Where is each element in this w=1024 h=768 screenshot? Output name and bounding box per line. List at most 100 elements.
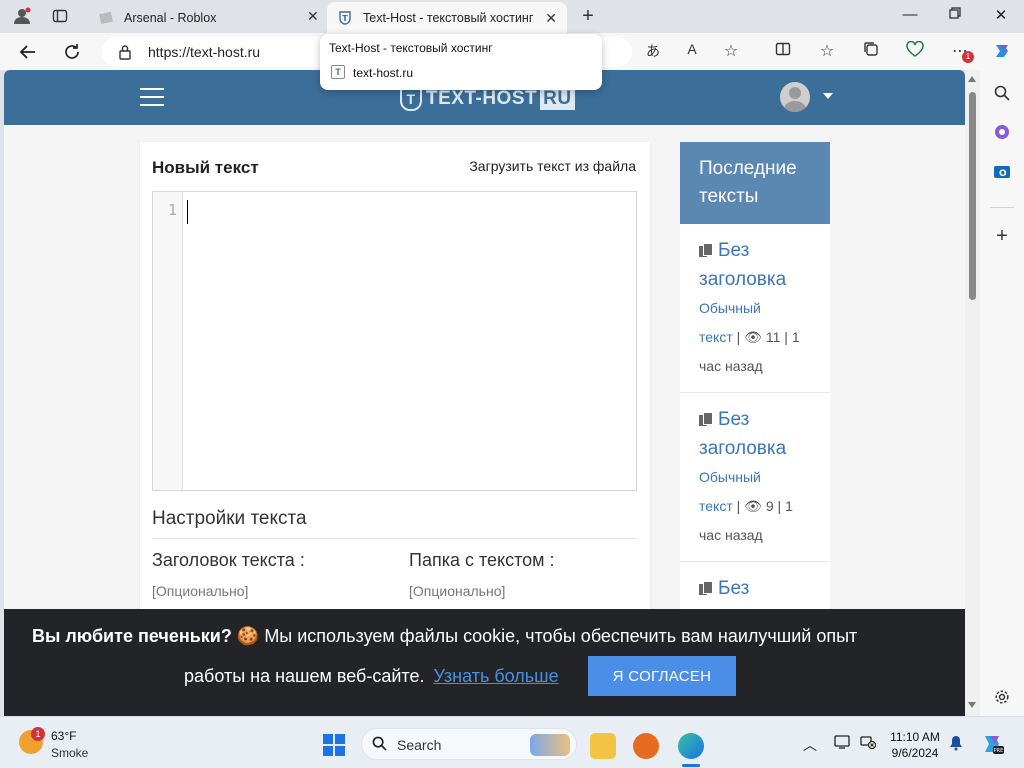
item-title[interactable]: Без: [718, 240, 749, 261]
hamburger-menu-icon[interactable]: [140, 88, 164, 106]
windows-start-icon[interactable]: [323, 734, 345, 756]
line-number: 1: [167, 201, 177, 219]
scrollbar-thumb[interactable]: [969, 92, 976, 300]
chevron-down-icon[interactable]: [823, 93, 833, 99]
tab-title: Arsenal - Roblox: [124, 10, 217, 25]
restore-icon[interactable]: [940, 6, 970, 23]
translate-icon[interactable]: あ: [641, 41, 665, 61]
profile-icon[interactable]: [12, 6, 32, 26]
search-icon[interactable]: [992, 83, 1012, 103]
learn-more-link[interactable]: Узнать больше: [433, 666, 558, 686]
item-time: 1: [791, 329, 800, 345]
folder-field-label: Папка с текстом :: [409, 550, 555, 570]
item-title[interactable]: Без: [718, 409, 749, 430]
add-icon[interactable]: +: [992, 225, 1012, 247]
edge-icon[interactable]: [678, 733, 704, 759]
item-title[interactable]: Без: [718, 578, 749, 599]
folder-field-hint: [Опционально]: [409, 583, 506, 599]
refresh-icon[interactable]: [60, 40, 84, 64]
cookie-banner: Вы любите печеньки? 🍪 Мы используем файл…: [4, 609, 965, 716]
copilot-taskbar-icon[interactable]: PRE: [980, 733, 1004, 758]
bell-icon[interactable]: [949, 735, 963, 754]
cookie-text-line1: Вы любите печеньки? 🍪 Мы используем файл…: [32, 626, 857, 647]
favorites-icon[interactable]: ☆: [815, 41, 839, 61]
close-tab-icon[interactable]: ✕: [307, 8, 319, 25]
cookie-text: Мы используем файлы cookie, чтобы обеспе…: [264, 626, 858, 646]
weather-badge: 1: [31, 727, 45, 741]
svg-text:PRE: PRE: [994, 748, 1004, 754]
search-icon: [372, 736, 387, 755]
title-field-hint: [Опционально]: [152, 583, 249, 599]
recent-texts-header: Последние тексты: [680, 142, 830, 224]
agree-button[interactable]: Я СОГЛАСЕН: [588, 656, 736, 696]
eye-icon: 👁: [744, 329, 762, 345]
split-screen-icon[interactable]: [771, 41, 795, 62]
logo-suffix: RU: [540, 88, 575, 110]
list-item[interactable]: Без заголовка Обычный текст | 👁 11 | 1 ч…: [680, 236, 830, 381]
list-item[interactable]: Без заголовка Обычный текст | 👁 9 | 1 ча…: [680, 405, 830, 550]
list-item[interactable]: Без: [680, 574, 830, 603]
item-time-cont: час назад: [699, 527, 763, 543]
item-category-cont[interactable]: текст: [699, 329, 733, 345]
gear-icon[interactable]: [992, 687, 1012, 707]
collections-icon[interactable]: [859, 41, 883, 62]
lock-icon[interactable]: [118, 44, 132, 60]
screen: Arsenal - Roblox T Text-Host - текстовый…: [0, 0, 1024, 768]
browser-titlebar: Arsenal - Roblox T Text-Host - текстовый…: [0, 0, 1024, 33]
edge-sidebar: O +: [980, 70, 1024, 716]
card-title: Новый текст: [152, 158, 259, 177]
close-tab-icon[interactable]: ✕: [545, 10, 557, 27]
item-category[interactable]: Обычный: [699, 469, 761, 485]
url-text[interactable]: https://text-host.ru: [148, 44, 260, 60]
back-icon[interactable]: [16, 40, 40, 64]
scroll-down-icon[interactable]: [968, 702, 976, 708]
copilot-icon[interactable]: [990, 41, 1014, 66]
network-off-icon[interactable]: [860, 735, 877, 752]
document-icon: [699, 581, 713, 595]
upload-from-file-link[interactable]: Загрузить текст из файла: [469, 158, 636, 174]
tab-arsenal-roblox[interactable]: Arsenal - Roblox: [88, 2, 324, 33]
document-icon: [699, 412, 713, 426]
text-editor[interactable]: 1: [152, 191, 637, 491]
tooltip-title: Text-Host - текстовый хостинг: [329, 41, 493, 55]
item-category-cont[interactable]: текст: [699, 498, 733, 514]
tab-text-host[interactable]: T Text-Host - текстовый хостинг ✕: [327, 2, 567, 33]
clock-time: 11:10 AM: [890, 730, 940, 744]
outlook-icon[interactable]: O: [992, 162, 1012, 182]
new-tab-icon[interactable]: +: [578, 5, 598, 27]
text-cursor: [187, 200, 188, 224]
item-title-cont[interactable]: заголовка: [699, 265, 811, 294]
taskbar-search[interactable]: Search: [361, 728, 577, 760]
firefox-icon[interactable]: [633, 733, 659, 759]
tooltip-host: text-host.ru: [353, 66, 414, 80]
browser-essentials-icon[interactable]: [903, 40, 927, 62]
roblox-favicon-icon: [98, 10, 114, 26]
item-title-cont[interactable]: заголовка: [699, 434, 811, 463]
scroll-up-icon[interactable]: [968, 76, 976, 82]
divider: [680, 392, 830, 393]
clock[interactable]: 11:10 AM 9/6/2024: [884, 729, 946, 761]
chevron-up-icon[interactable]: ︿: [803, 735, 817, 755]
tab-actions-icon[interactable]: [50, 6, 70, 26]
favorite-star-icon[interactable]: ☆: [719, 41, 743, 61]
page-scrollbar[interactable]: [965, 70, 980, 716]
settings-title: Настройки текста: [152, 508, 307, 529]
close-window-icon[interactable]: ✕: [986, 6, 1016, 24]
file-explorer-icon[interactable]: [590, 733, 616, 759]
divider: [680, 561, 830, 562]
temperature[interactable]: 63°F: [51, 729, 76, 743]
user-avatar[interactable]: [780, 82, 810, 112]
search-label: Search: [397, 737, 442, 753]
minimize-icon[interactable]: —: [895, 6, 925, 23]
copilot-sidebar-icon[interactable]: [992, 122, 1012, 142]
read-aloud-icon[interactable]: A: [680, 41, 704, 57]
tab-title: Text-Host - текстовый хостинг: [363, 10, 534, 25]
svg-text:T: T: [342, 14, 348, 23]
svg-text:O: O: [999, 169, 1007, 179]
clock-date: 9/6/2024: [891, 746, 939, 760]
device-icon[interactable]: [834, 735, 850, 752]
item-category[interactable]: Обычный: [699, 300, 761, 316]
weather-condition[interactable]: Smoke: [51, 746, 88, 760]
item-time-cont: час назад: [699, 358, 763, 374]
logo-shield-icon: T: [400, 87, 422, 111]
